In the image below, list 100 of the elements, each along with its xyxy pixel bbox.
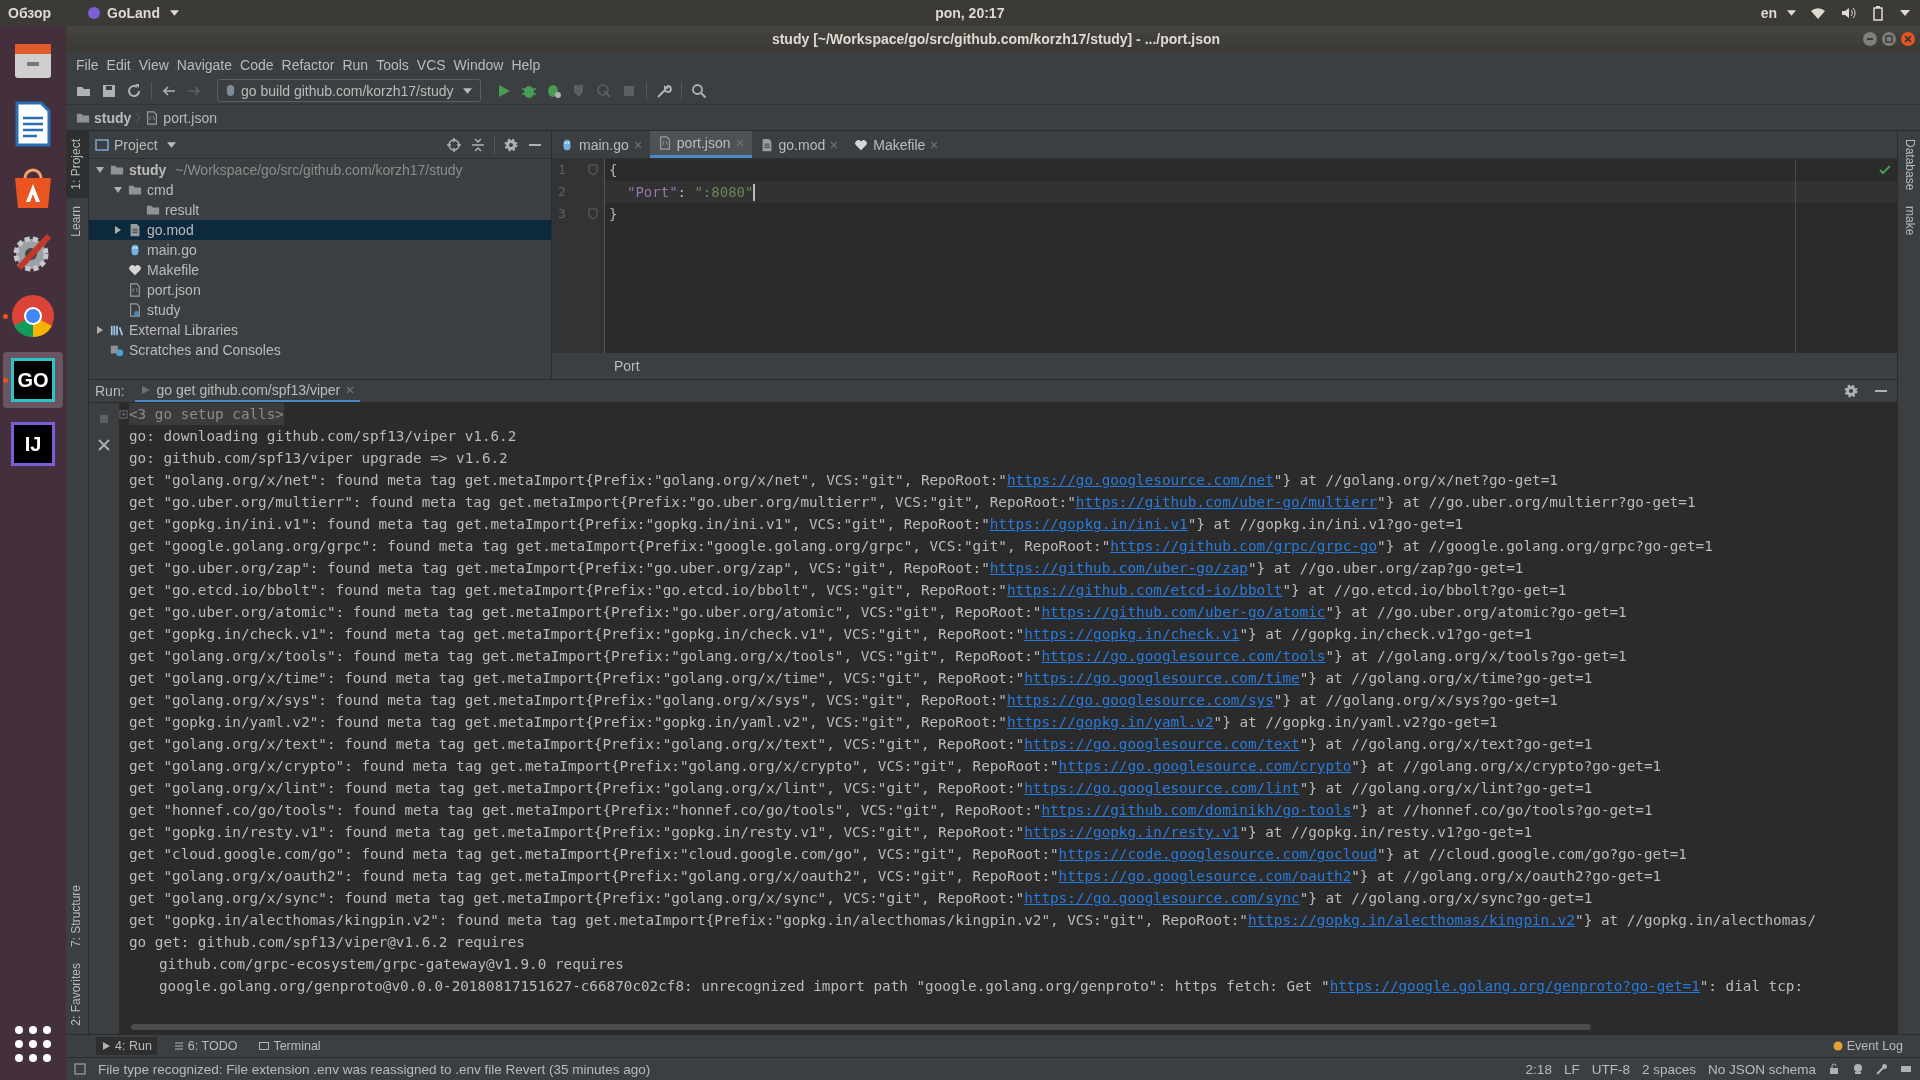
- editor-tab[interactable]: port.json: [649, 131, 752, 158]
- link[interactable]: https://go.googlesource.com/sync: [1024, 890, 1300, 906]
- link[interactable]: https://github.com/dominikh/go-tools: [1041, 802, 1352, 818]
- link[interactable]: https://github.com/uber-go/zap: [989, 560, 1248, 576]
- menu-item[interactable]: VCS: [412, 54, 450, 75]
- link[interactable]: https://github.com/etcd-io/bbolt: [1006, 582, 1283, 598]
- link[interactable]: https://gopkg.in/ini.v1: [989, 516, 1188, 532]
- breadcrumb-item[interactable]: study: [94, 109, 132, 126]
- app-logo[interactable]: IJ: [11, 422, 55, 466]
- tree-item[interactable]: Scratches and Consoles: [89, 340, 551, 360]
- inspector-icon[interactable]: [1852, 1063, 1864, 1075]
- link[interactable]: https://gopkg.in/yaml.v2: [1006, 714, 1214, 730]
- tree-item[interactable]: port.json: [89, 280, 551, 300]
- menu-item[interactable]: Window: [449, 54, 508, 75]
- collapse-arrow-icon[interactable]: [95, 325, 105, 335]
- tree-item[interactable]: study: [89, 300, 551, 320]
- menu-item[interactable]: Navigate: [172, 54, 237, 75]
- tree-item[interactable]: go.mod: [89, 220, 551, 240]
- menu-item[interactable]: View: [134, 54, 173, 75]
- tool-window-tab[interactable]: 7: Structure: [66, 877, 88, 956]
- console-line: get "golang.org/x/oauth2": found meta tag get.metaImport{Prefix:"golang.org/x/oauth2", VCS:"git", RepoRoot:"https://go.googlesource.com/oauth2"} at //golang.org/x/oauth2?go-get=1: [129, 867, 1662, 886]
- link[interactable]: https://google.golang.org/genproto?go-get=1: [1329, 978, 1700, 994]
- editor-tab[interactable]: main.go: [552, 131, 650, 158]
- menu-item[interactable]: Code: [236, 54, 278, 75]
- caret-icon[interactable]: [1900, 10, 1910, 16]
- link[interactable]: https://go.googlesource.com/time: [1024, 670, 1300, 686]
- fold-marker-icon[interactable]: [588, 208, 598, 220]
- activities-button[interactable]: Обзор: [8, 5, 52, 21]
- link[interactable]: https://gopkg.in/resty.v1: [1024, 824, 1240, 840]
- status-item[interactable]: 2:18: [1525, 1061, 1552, 1077]
- console-line: get "gopkg.in/ini.v1": found meta tag get.metaImport{Prefix:"gopkg.in/ini.v1", VCS:"git", RepoRoot:"https://gopkg.in/ini.v1"} at //gopkg.in/ini.v1?go-get=1: [129, 515, 1464, 534]
- tree-item[interactable]: Makefile: [89, 260, 551, 280]
- status-item[interactable]: UTF-8: [1591, 1061, 1630, 1077]
- link[interactable]: https://go.googlesource.com/lint: [1024, 780, 1300, 796]
- tree-item[interactable]: main.go: [89, 240, 551, 260]
- expand-arrow-icon[interactable]: [113, 185, 123, 195]
- memory-icon[interactable]: [1900, 1063, 1912, 1075]
- tool-window-tab[interactable]: 2: Favorites: [66, 955, 88, 1034]
- tool-window-tab[interactable]: 6: TODO: [168, 1037, 243, 1055]
- chevron-icon: [135, 110, 142, 125]
- app-menu[interactable]: GoLand: [87, 5, 179, 21]
- link[interactable]: https://go.googlesource.com/sys: [1006, 692, 1274, 708]
- tool-window-tab[interactable]: make: [1898, 198, 1920, 244]
- run-configuration-dropdown[interactable]: go build github.com/korzh17/study: [217, 79, 482, 102]
- project-view-dropdown[interactable]: Project: [95, 136, 176, 153]
- language-menu[interactable]: en: [1760, 5, 1796, 21]
- volume-icon[interactable]: [1840, 5, 1856, 21]
- link[interactable]: https://github.com/uber-go/atomic: [1041, 604, 1326, 620]
- link[interactable]: https://gopkg.in/alecthomas/kingpin.v2: [1247, 912, 1576, 928]
- menu-item[interactable]: Tools: [372, 54, 413, 75]
- tree-item[interactable]: External Libraries: [89, 320, 551, 340]
- minimize-button[interactable]: [1862, 31, 1878, 47]
- wrench-icon[interactable]: [1876, 1063, 1888, 1075]
- link[interactable]: https://code.googlesource.com/gocloud: [1058, 846, 1378, 862]
- lock-icon[interactable]: [1828, 1063, 1840, 1075]
- wifi-icon[interactable]: [1810, 5, 1826, 21]
- editor-tab[interactable]: Makefile: [846, 131, 947, 158]
- event-log-button[interactable]: Event Log: [1827, 1037, 1908, 1055]
- tool-window-tab[interactable]: 1: Project: [66, 131, 88, 198]
- status-item[interactable]: LF: [1563, 1061, 1580, 1077]
- link[interactable]: https://go.googlesource.com/text: [1024, 736, 1300, 752]
- status-item[interactable]: 2 spaces: [1641, 1061, 1696, 1077]
- menu-item[interactable]: File: [72, 54, 103, 75]
- link[interactable]: https://go.googlesource.com/tools: [1041, 648, 1326, 664]
- tool-window-tab[interactable]: 4: Run: [96, 1037, 157, 1055]
- clock[interactable]: pon, 20:17: [935, 5, 1005, 21]
- app-logo[interactable]: GO: [11, 358, 55, 402]
- panel-toggle-icon[interactable]: [74, 1063, 86, 1075]
- menu-item[interactable]: Help: [507, 54, 545, 75]
- fold-icon[interactable]: [119, 409, 128, 419]
- close-button[interactable]: [1900, 31, 1916, 47]
- tree-item[interactable]: cmd: [89, 180, 551, 200]
- link[interactable]: https://github.com/uber-go/multierr: [1075, 494, 1378, 510]
- scrollbar-thumb[interactable]: [131, 1024, 1591, 1030]
- console-line: get "golang.org/x/crypto": found meta tag get.metaImport{Prefix:"golang.org/x/crypto", VCS:"git", RepoRoot:"https://go.googlesource.com/crypto"} at //golang.org/x/crypto?go-get=1: [129, 757, 1662, 776]
- maximize-button[interactable]: [1881, 31, 1897, 47]
- link[interactable]: https://github.com/grpc/grpc-go: [1110, 538, 1378, 554]
- link[interactable]: https://go.googlesource.com/crypto: [1058, 758, 1352, 774]
- caret-icon: [463, 87, 473, 94]
- collapse-arrow-icon[interactable]: [113, 225, 123, 235]
- status-item[interactable]: No JSON schema: [1707, 1061, 1816, 1077]
- structure-path[interactable]: Port: [614, 358, 640, 374]
- tool-window-tab[interactable]: Terminal: [254, 1037, 326, 1055]
- battery-icon[interactable]: [1870, 5, 1886, 21]
- browser-icon[interactable]: [9, 292, 57, 340]
- menu-item[interactable]: Edit: [102, 54, 135, 75]
- tool-window-tab[interactable]: Learn: [66, 197, 88, 245]
- fold-marker-icon[interactable]: [588, 164, 598, 176]
- menu-item[interactable]: Run: [338, 54, 373, 75]
- tool-window-tab[interactable]: Database: [1898, 131, 1920, 199]
- tree-item[interactable]: result: [89, 200, 551, 220]
- breadcrumb-item[interactable]: port.json: [163, 109, 218, 126]
- check-icon: [1879, 165, 1891, 175]
- link[interactable]: https://go.googlesource.com/oauth2: [1058, 868, 1352, 884]
- link[interactable]: https://go.googlesource.com/net: [1006, 472, 1274, 488]
- tree-item[interactable]: study ~/Workspace/go/src/github.com/korzh17/study: [89, 160, 551, 180]
- editor-tab[interactable]: go.mod: [751, 131, 847, 158]
- menu-item[interactable]: Refactor: [277, 54, 339, 75]
- link[interactable]: https://gopkg.in/check.v1: [1024, 626, 1240, 642]
- expand-arrow-icon[interactable]: [95, 165, 105, 175]
